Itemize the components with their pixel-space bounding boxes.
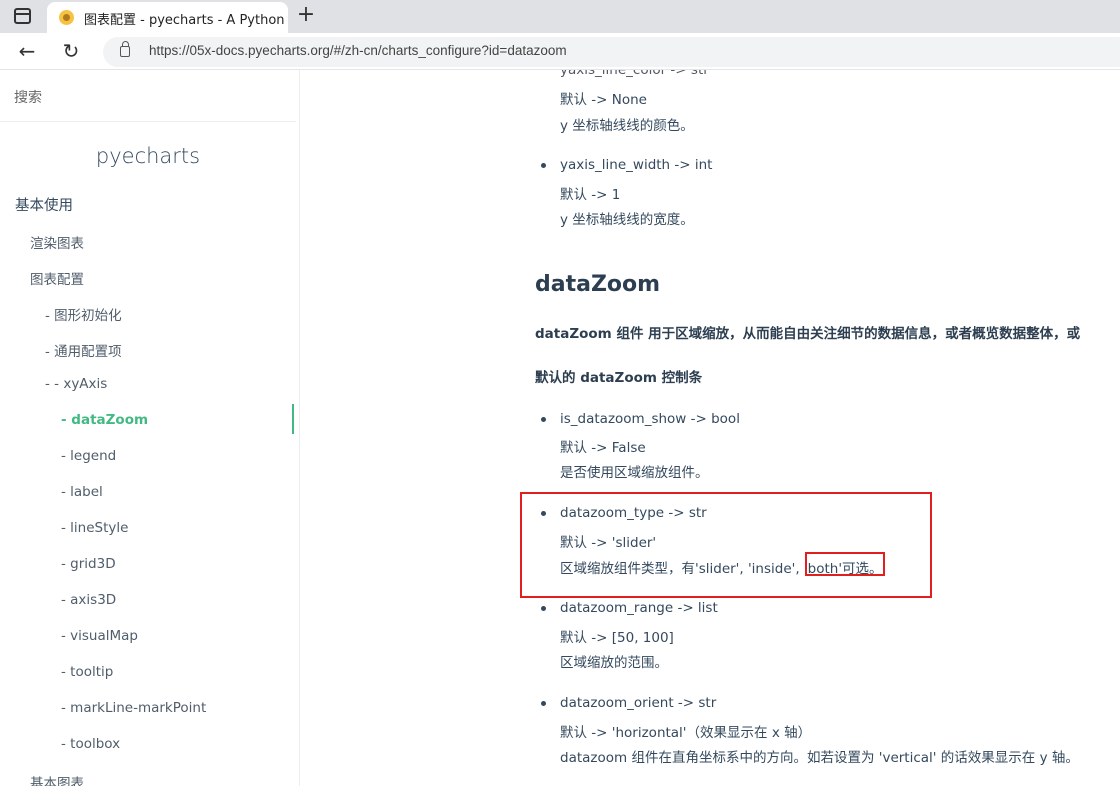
param-default: 默认 -> [50, 100]: [560, 630, 674, 646]
param-default: 默认 -> None: [560, 92, 647, 108]
sidebar-item-basic-usage[interactable]: 基本使用: [15, 194, 73, 215]
app-name[interactable]: pyecharts: [0, 144, 296, 168]
param-name: datazoom_range -> list: [560, 600, 718, 616]
param-description: y 坐标轴线线的宽度。: [560, 212, 694, 228]
active-indicator: [292, 404, 294, 434]
param-default: 默认 -> 1: [560, 187, 621, 203]
param-name: datazoom_orient -> str: [560, 695, 717, 711]
sidebar-item-grid3d[interactable]: - grid3D: [61, 556, 116, 572]
bullet: [541, 163, 546, 168]
sidebar: 搜索 pyecharts 基本使用 渲染图表 图表配置 - 图形初始化 - 通用…: [0, 70, 300, 786]
main-content: yaxis_line_color -> str 默认 -> None y 坐标轴…: [300, 70, 1120, 786]
sidebar-item-general[interactable]: - 通用配置项: [45, 340, 122, 360]
param-name: is_datazoom_show -> bool: [560, 411, 740, 427]
sidebar-item-visualmap[interactable]: - visualMap: [61, 628, 138, 644]
sidebar-item-basic-charts[interactable]: 基本图表: [30, 772, 84, 786]
lock-icon[interactable]: [120, 41, 130, 57]
bullet: [541, 417, 546, 422]
address-bar: ← ↻ https://05x-docs.pyecharts.org/#/zh-…: [0, 33, 1120, 70]
sidebar-item-tooltip[interactable]: - tooltip: [61, 664, 113, 680]
param-description: y 坐标轴线线的颜色。: [560, 118, 694, 134]
sidebar-item-axis3d[interactable]: - axis3D: [61, 592, 116, 608]
sidebar-item-chart-config[interactable]: 图表配置: [30, 268, 84, 288]
section-heading: dataZoom: [535, 272, 661, 297]
tab-actions-icon[interactable]: [14, 8, 31, 24]
annotation-box-small: [805, 552, 885, 576]
sidebar-item-xyaxis[interactable]: - - xyAxis: [45, 376, 107, 392]
param-description: 区域缩放的范围。: [560, 655, 668, 671]
annotation-box: [520, 492, 932, 598]
param-name: yaxis_line_width -> int: [560, 157, 713, 173]
sidebar-item-toolbox[interactable]: - toolbox: [61, 736, 120, 752]
tab-title: 图表配置 - pyecharts - A Python: [84, 13, 284, 28]
url-field[interactable]: https://05x-docs.pyecharts.org/#/zh-cn/c…: [103, 37, 1120, 67]
new-tab-button[interactable]: +: [294, 4, 318, 28]
sidebar-item-legend[interactable]: - legend: [61, 448, 116, 464]
sidebar-item-datazoom[interactable]: - dataZoom: [61, 412, 148, 428]
sidebar-item-linestyle[interactable]: - lineStyle: [61, 520, 128, 536]
param-description: 是否使用区域缩放组件。: [560, 465, 709, 481]
tab-bar: 图表配置 - pyecharts - A Python +: [0, 0, 1120, 33]
partial-param-name: yaxis_line_color -> str: [560, 70, 709, 78]
active-tab[interactable]: 图表配置 - pyecharts - A Python: [47, 2, 288, 33]
param-default: 默认 -> 'horizontal'（效果显示在 x 轴）: [560, 725, 812, 741]
pyecharts-favicon-icon: [59, 10, 74, 25]
sidebar-item-render[interactable]: 渲染图表: [30, 232, 84, 252]
param-description: datazoom 组件在直角坐标系中的方向。如若设置为 'vertical' 的…: [560, 750, 1079, 766]
search-box: 搜索: [0, 70, 296, 122]
bullet: [541, 606, 546, 611]
back-button[interactable]: ←: [15, 39, 39, 63]
search-input[interactable]: 搜索: [14, 87, 42, 107]
subheading: 默认的 dataZoom 控制条: [535, 370, 703, 386]
param-default: 默认 -> False: [560, 440, 646, 456]
url-text: https://05x-docs.pyecharts.org/#/zh-cn/c…: [149, 43, 567, 58]
reload-button[interactable]: ↻: [59, 39, 83, 63]
sidebar-item-markline[interactable]: - markLine-markPoint: [61, 700, 206, 716]
sidebar-item-label[interactable]: - label: [61, 484, 103, 500]
intro-paragraph: dataZoom 组件 用于区域缩放，从而能自由关注细节的数据信息，或者概览数据…: [535, 326, 1081, 342]
bullet: [541, 701, 546, 706]
sidebar-item-init[interactable]: - 图形初始化: [45, 304, 122, 324]
